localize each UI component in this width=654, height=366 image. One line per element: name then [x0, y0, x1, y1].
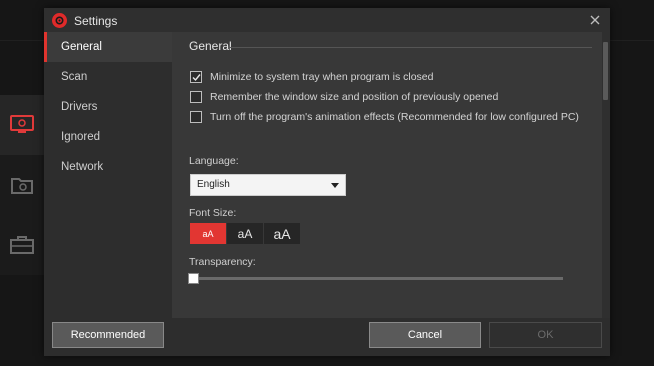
font-size-small-button[interactable]: aA [190, 223, 226, 244]
option-minimize-to-tray[interactable]: Minimize to system tray when program is … [190, 71, 434, 83]
checkbox-minimize-to-tray[interactable] [190, 71, 202, 83]
settings-sidebar: General Scan Drivers Ignored Network [44, 32, 172, 318]
dialog-footer: Recommended Cancel OK [44, 318, 610, 356]
cancel-button[interactable]: Cancel [369, 322, 481, 348]
sidebar-item-ignored[interactable]: Ignored [44, 122, 172, 152]
app-logo-icon [52, 13, 67, 28]
sidebar-item-network[interactable]: Network [44, 152, 172, 182]
language-value: English [197, 179, 230, 190]
option-label: Remember the window size and position of… [210, 91, 499, 103]
background-toolbox-item [0, 215, 44, 275]
sidebar-item-label: Drivers [61, 101, 98, 113]
section-title: General [189, 39, 232, 53]
language-label: Language: [189, 155, 239, 167]
checkmark-icon [192, 73, 201, 81]
checkbox-remember-window[interactable] [190, 91, 202, 103]
chevron-down-icon [331, 183, 339, 188]
sidebar-item-general[interactable]: General [44, 32, 172, 62]
vertical-scrollbar[interactable] [602, 32, 610, 318]
sidebar-item-label: Ignored [61, 131, 101, 143]
transparency-slider-track[interactable] [190, 277, 563, 280]
font-size-label: Font Size: [189, 207, 237, 219]
general-panel: General Minimize to system tray when pro… [172, 32, 602, 318]
scrollbar-thumb[interactable] [603, 42, 608, 100]
ok-button[interactable]: OK [489, 322, 602, 348]
sidebar-item-scan[interactable]: Scan [44, 62, 172, 92]
gear-logo-icon [55, 16, 64, 25]
option-remember-window[interactable]: Remember the window size and position of… [190, 91, 498, 103]
dialog-title: Settings [74, 14, 118, 28]
sidebar-item-drivers[interactable]: Drivers [44, 92, 172, 122]
sidebar-item-label: General [61, 41, 102, 53]
language-select[interactable]: English [190, 174, 346, 196]
font-size-selector: aA aA aA [190, 223, 301, 244]
sidebar-item-label: Scan [61, 71, 88, 83]
background-monitor-item [0, 95, 44, 155]
font-size-medium-button[interactable]: aA [227, 223, 263, 244]
option-turn-off-animation[interactable]: Turn off the program's animation effects… [190, 111, 579, 123]
settings-dialog: Settings General Scan Drivers Ignored Ne… [44, 8, 610, 356]
transparency-label: Transparency: [189, 256, 256, 268]
toolbox-icon [10, 236, 34, 254]
option-label: Turn off the program's animation effects… [210, 111, 579, 123]
option-label: Minimize to system tray when program is … [210, 71, 434, 83]
background-camera-item [0, 155, 44, 215]
sidebar-item-label: Network [61, 161, 104, 173]
close-button[interactable] [588, 13, 602, 27]
checkbox-turn-off-animation[interactable] [190, 111, 202, 123]
transparency-slider-thumb[interactable] [188, 273, 199, 284]
background-sidebar [0, 95, 44, 275]
recommended-button[interactable]: Recommended [52, 322, 164, 348]
font-size-large-button[interactable]: aA [264, 223, 300, 244]
monitor-icon [10, 115, 34, 133]
title-bar: Settings [44, 8, 610, 32]
close-icon [590, 15, 600, 25]
camera-folder-icon [11, 178, 33, 194]
section-divider [228, 47, 592, 48]
